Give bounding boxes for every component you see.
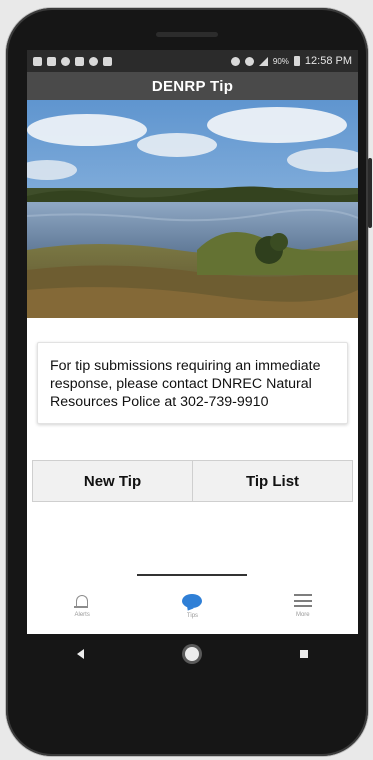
active-tab-indicator	[137, 574, 247, 576]
notification-icons	[33, 56, 112, 66]
nav-more[interactable]: More	[268, 594, 338, 618]
power-button	[368, 158, 372, 228]
home-icon[interactable]	[184, 647, 199, 661]
nav-alerts-label: Alerts	[74, 611, 90, 618]
bottom-nav: Alerts Tips More	[27, 578, 358, 634]
lake-photo	[27, 100, 358, 318]
chat-bubble-icon	[182, 593, 203, 608]
app-bar: DENRP Tip	[27, 72, 358, 100]
recent-apps-icon[interactable]	[299, 650, 308, 658]
app-screen: 90% 12:58 PM DENRP Tip For tip submissio…	[27, 50, 358, 634]
earpiece-speaker	[156, 32, 218, 37]
status-bar: 90% 12:58 PM	[27, 50, 358, 72]
battery-icon	[293, 56, 300, 66]
nav-more-label: More	[295, 612, 310, 618]
nav-alerts[interactable]: Alerts	[47, 594, 117, 618]
tip-actions: New Tip Tip List	[32, 460, 353, 502]
new-tip-button[interactable]: New Tip	[33, 461, 192, 501]
nfc-icon	[103, 56, 112, 66]
system-nav-bar	[27, 634, 358, 674]
wifi-icon	[244, 56, 254, 66]
spacer	[27, 318, 358, 342]
message-icon	[33, 56, 42, 66]
settings-icon	[89, 56, 98, 66]
nav-tips-label: Tips	[186, 612, 199, 619]
download-icon	[75, 56, 84, 66]
hamburger-menu-icon	[293, 594, 312, 607]
app-icon	[61, 56, 70, 66]
app-title: DENRP Tip	[151, 77, 234, 95]
bluetooth-icon	[230, 56, 240, 66]
emergency-notice-card: For tip submissions requiring an immedia…	[37, 342, 348, 424]
nav-tips[interactable]: Tips	[157, 593, 227, 619]
bell-icon	[74, 594, 89, 608]
system-status: 90% 12:58 PM	[230, 55, 352, 67]
clock: 12:58 PM	[304, 55, 352, 67]
tip-list-button[interactable]: Tip List	[192, 461, 352, 501]
image-icon	[47, 56, 56, 66]
signal-icon	[258, 56, 268, 66]
back-icon[interactable]	[77, 649, 85, 659]
emergency-notice-text: For tip submissions requiring an immedia…	[50, 358, 321, 410]
battery-percent: 90%	[272, 56, 289, 66]
